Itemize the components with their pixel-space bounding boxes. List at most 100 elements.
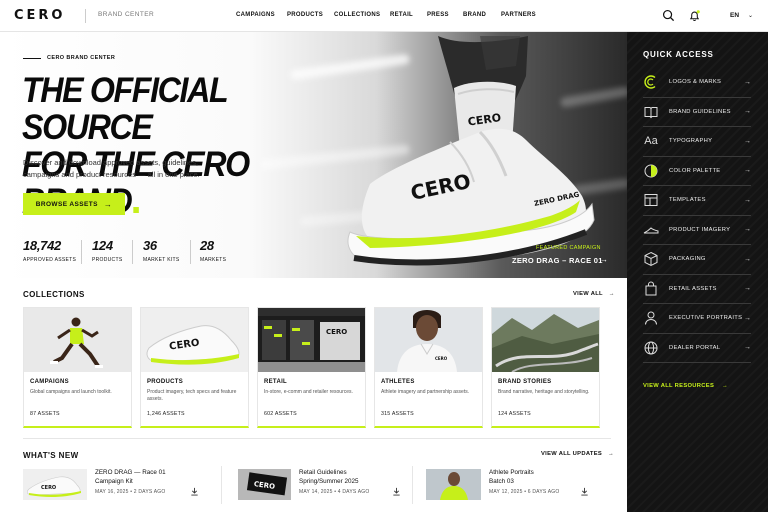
arrow-right-icon: →: [744, 137, 751, 145]
view-all-resources-link[interactable]: VIEW ALL RESOURCES →: [643, 383, 728, 389]
nav-partners[interactable]: PARTNERS: [501, 12, 536, 18]
quick-access-label: PRODUCT IMAGERY: [669, 226, 731, 233]
update-thumbnail-shoe[interactable]: CERO: [23, 469, 87, 500]
quick-access-label: EXECUTIVE PORTRAITS: [669, 315, 743, 322]
nav-campaigns[interactable]: CAMPAIGNS: [236, 12, 275, 18]
arrow-right-icon: →: [744, 226, 751, 234]
arrow-right-icon: →: [744, 314, 751, 322]
collections-view-all-link[interactable]: VIEW ALL →: [573, 291, 615, 297]
retail-sign-text: CERO: [326, 328, 347, 336]
update-date: MAY 12, 2025: [489, 489, 523, 495]
update-item-title[interactable]: ZERO DRAG — Race 01 Campaign Kit: [95, 469, 166, 486]
search-icon[interactable]: [662, 9, 675, 22]
stat-label: APPROVED ASSETS: [23, 257, 77, 263]
section-divider: [23, 438, 611, 439]
quick-access-executive-portraits[interactable]: EXECUTIVE PORTRAITS →: [643, 304, 751, 334]
card-asset-count: 1,246 ASSETS: [147, 411, 185, 417]
typography-icon: Aa: [643, 133, 659, 149]
download-icon[interactable]: [580, 487, 589, 496]
hero-title-line-1: THE OFFICIAL SOURCE: [22, 71, 228, 147]
quick-access-label: TEMPLATES: [669, 197, 706, 204]
collection-card-campaigns[interactable]: CAMPAIGNS Global campaigns and launch to…: [23, 307, 132, 428]
card-asset-count: 124 ASSETS: [498, 411, 531, 417]
stat-value: 124: [92, 238, 113, 253]
quick-access-brand-guidelines[interactable]: BRAND GUIDELINES →: [643, 98, 751, 127]
stat-products: 124 PRODUCTS: [92, 238, 122, 263]
retail-store-image: CERO: [258, 308, 365, 372]
stat-value: 36: [143, 238, 157, 253]
athlete-shirt-text: CERO: [435, 356, 448, 361]
featured-campaign-link[interactable]: ZERO DRAG – RACE 01: [512, 256, 603, 265]
quick-access-color-palette[interactable]: COLOR PALETTE →: [643, 157, 751, 186]
stat-divider: [190, 240, 191, 264]
nav-retail[interactable]: RETAIL: [390, 12, 413, 18]
box-icon: [643, 251, 659, 267]
view-all-updates-label: VIEW ALL UPDATES: [541, 451, 603, 457]
featured-campaign-label: FEATURED CAMPAIGN: [536, 245, 601, 251]
card-description: Global campaigns and launch toolkit.: [30, 389, 112, 395]
hero-eyebrow: CERO BRAND CENTER: [47, 55, 116, 61]
collection-card-brand-stories[interactable]: BRAND STORIES Brand narrative, heritage …: [491, 307, 600, 428]
collection-card-products[interactable]: CERO PRODUCTS Product imagery, tech spec…: [140, 307, 249, 428]
quick-access-packaging[interactable]: PACKAGING →: [643, 245, 751, 275]
update-title-line-1: Retail Guidelines: [299, 469, 347, 476]
stat-label: PRODUCTS: [92, 257, 123, 263]
quick-access-typography[interactable]: Aa TYPOGRAPHY →: [643, 127, 751, 157]
update-ago: 6 DAYS AGO: [527, 489, 560, 495]
card-asset-count: 602 ASSETS: [264, 411, 297, 417]
stat-markets: 28 MARKETS: [200, 238, 226, 263]
quick-access-label: BRAND GUIDELINES: [669, 108, 731, 115]
card-title: PRODUCTS: [147, 379, 184, 385]
quick-access-title: QUICK ACCESS: [643, 50, 714, 59]
hero-shoe-image: CERO CERO ZERO DRAG: [347, 36, 595, 266]
card-title: ATHLETES: [381, 379, 415, 385]
athlete-portrait-image: CERO: [375, 308, 482, 372]
card-description: Athlete imagery and partnership assets.: [381, 389, 470, 395]
products-image: CERO: [141, 308, 248, 372]
view-all-label: VIEW ALL: [573, 291, 603, 297]
stat-value: 28: [200, 238, 214, 253]
update-title-line-1: Athlete Portraits: [489, 469, 534, 476]
stat-market-kits: 36 MARKET KITS: [143, 238, 180, 263]
collection-card-athletes[interactable]: CERO ATHLETES Athlete imagery and partne…: [374, 307, 483, 428]
update-thumbnail-athlete[interactable]: [426, 469, 481, 500]
brand-center-label: BRAND CENTER: [98, 11, 155, 18]
nav-press[interactable]: PRESS: [427, 12, 449, 18]
nav-products[interactable]: PRODUCTS: [287, 12, 323, 18]
update-meta: MAY 14, 2025 • 4 DAYS AGO: [299, 489, 370, 495]
quick-access-product-imagery[interactable]: PRODUCT IMAGERY →: [643, 216, 751, 245]
stat-approved-assets: 18,742 APPROVED ASSETS: [23, 238, 76, 263]
browse-assets-label: BROWSE ASSETS: [35, 200, 98, 208]
collection-card-retail[interactable]: CERO RETAIL In-store, e-comm and retaile…: [257, 307, 366, 428]
update-item-title[interactable]: Retail Guidelines Spring/Summer 2025: [299, 469, 359, 486]
stat-label: MARKETS: [200, 257, 227, 263]
quick-access-label: LOGOS & MARKS: [669, 79, 722, 86]
nav-collections[interactable]: COLLECTIONS: [334, 12, 380, 18]
quick-access-dealer-portal[interactable]: DEALER PORTAL →: [643, 334, 751, 363]
language-selector[interactable]: EN: [730, 12, 739, 19]
browse-assets-button[interactable]: BROWSE ASSETS →: [23, 193, 125, 215]
arrow-right-icon: →: [744, 344, 751, 352]
card-asset-count: 87 ASSETS: [30, 411, 60, 417]
download-icon[interactable]: [392, 487, 401, 496]
stat-value: 18,742: [23, 238, 61, 253]
chevron-down-icon[interactable]: ⌄: [748, 12, 753, 19]
notification-bell-icon[interactable]: [688, 9, 701, 22]
quick-access-logos[interactable]: LOGOS & MARKS →: [643, 68, 751, 98]
quick-access-templates[interactable]: TEMPLATES →: [643, 186, 751, 216]
view-all-updates-link[interactable]: VIEW ALL UPDATES →: [541, 451, 614, 457]
update-thumbnail-retail[interactable]: CERO: [238, 469, 291, 500]
cero-logo[interactable]: CERO: [14, 8, 65, 23]
update-title-line-1: ZERO DRAG — Race 01: [95, 469, 166, 476]
mountain-road-image: [492, 308, 599, 372]
arrow-right-icon: →: [744, 167, 751, 175]
card-title: RETAIL: [264, 379, 288, 385]
quick-access-retail-assets[interactable]: RETAIL ASSETS →: [643, 275, 751, 304]
download-icon[interactable]: [190, 487, 199, 496]
update-item-title[interactable]: Athlete Portraits Batch 03: [489, 469, 534, 486]
nav-brand[interactable]: BRAND: [463, 12, 486, 18]
arrow-right-icon[interactable]: →: [600, 255, 608, 264]
stat-label: MARKET KITS: [143, 257, 180, 263]
quick-access-label: RETAIL ASSETS: [669, 285, 717, 292]
view-all-resources-label: VIEW ALL RESOURCES: [643, 383, 715, 389]
